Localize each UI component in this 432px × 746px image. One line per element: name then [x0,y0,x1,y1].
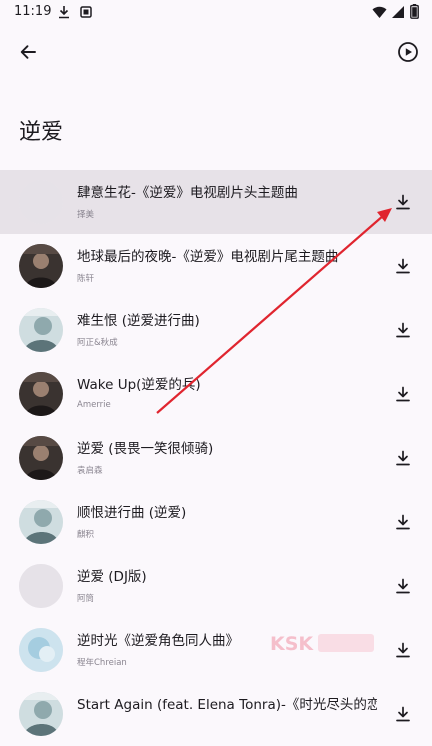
status-bar: 11:19 [0,0,432,28]
song-row[interactable]: 难生恨 (逆爱进行曲) 阿正&秋成 [0,298,432,362]
song-cover-avatar [19,500,63,544]
song-title: 难生恨 (逆爱进行曲) [77,313,200,329]
song-cover-avatar [19,308,63,352]
status-time: 11:19 [14,4,52,19]
song-title: 逆爱 (畏畏一笑很倾骑) [77,441,214,457]
download-icon [396,322,410,338]
song-artist: 麒积 [77,530,95,540]
song-row[interactable]: Start Again (feat. Elena Tonra)-《时光尽头的恋… [0,682,432,746]
song-cover-avatar [19,564,63,608]
song-cover-avatar [19,692,63,736]
download-button[interactable] [388,315,418,345]
song-artist: Amerrie [77,400,111,410]
download-button[interactable] [388,571,418,601]
download-icon [396,578,410,594]
song-cover-avatar [19,180,63,224]
song-title: Wake Up(逆爱的兵) [77,377,201,393]
song-artist: 阿正&秋成 [77,338,118,348]
song-artist: 择美 [77,210,95,220]
back-button[interactable] [10,34,46,70]
download-button[interactable] [388,379,418,409]
wifi-icon [372,4,387,23]
song-list: 肆意生花-《逆爱》电视剧片头主题曲择美地球最后的夜晚-《逆爱》电视剧片尾主题曲陈… [0,170,432,746]
play-circle-icon [398,42,418,62]
song-row[interactable]: 逆爱 (畏畏一笑很倾骑) 袁启森 [0,426,432,490]
download-button[interactable] [388,251,418,281]
song-title: 逆爱 (DJ版) [77,569,147,585]
battery-icon [410,4,419,23]
song-title: Start Again (feat. Elena Tonra)-《时光尽头的恋… [77,697,377,713]
song-artist: 阿筒 [77,594,95,604]
song-cover-avatar [19,372,63,416]
song-title: 地球最后的夜晚-《逆爱》电视剧片尾主题曲 [77,249,339,265]
play-all-button[interactable] [390,34,426,70]
song-artist: 袁启森 [77,466,103,476]
download-icon [396,706,410,722]
top-app-bar [0,28,432,76]
page-title: 逆爱 [19,120,64,145]
song-artist: 程年Chreian [77,658,127,668]
song-row[interactable]: Wake Up(逆爱的兵) Amerrie [0,362,432,426]
notification-icon [80,4,92,23]
arrow-left-icon [20,45,36,59]
download-button[interactable] [388,635,418,665]
download-icon [58,4,70,23]
download-icon [396,514,410,530]
song-cover-avatar [19,436,63,480]
download-button[interactable] [388,443,418,473]
download-icon [396,258,410,274]
song-row[interactable]: 地球最后的夜晚-《逆爱》电视剧片尾主题曲陈轩 [0,234,432,298]
song-title: 逆时光《逆爱角色同人曲》 [77,633,239,649]
download-icon [396,194,410,210]
song-row[interactable]: 逆爱 (DJ版) 阿筒 [0,554,432,618]
download-icon [396,450,410,466]
song-row[interactable]: 肆意生花-《逆爱》电视剧片头主题曲择美 [0,170,432,234]
download-icon [396,642,410,658]
download-button[interactable] [388,187,418,217]
song-row[interactable]: 顺恨进行曲 (逆爱) 麒积 [0,490,432,554]
song-title: 顺恨进行曲 (逆爱) [77,505,187,521]
signal-icon [391,4,405,23]
download-button[interactable] [388,699,418,729]
download-button[interactable] [388,507,418,537]
song-artist: 陈轩 [77,274,95,284]
song-title: 肆意生花-《逆爱》电视剧片头主题曲 [77,185,298,201]
song-cover-avatar [19,628,63,672]
song-cover-avatar [19,244,63,288]
download-icon [396,386,410,402]
song-row[interactable]: 逆时光《逆爱角色同人曲》程年Chreian [0,618,432,682]
